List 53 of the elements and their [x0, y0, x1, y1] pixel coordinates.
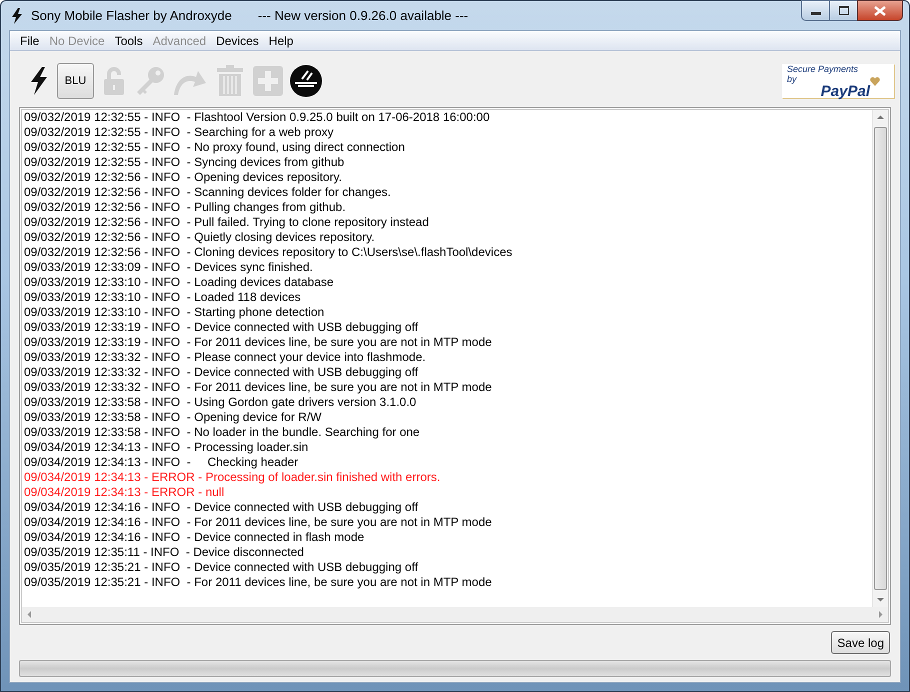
close-icon	[874, 6, 886, 16]
log-line: 09/033/2019 12:33:19 - INFO - For 2011 devices line, be sure you are not in MTP mode	[24, 335, 493, 350]
log-line: 09/032/2019 12:32:56 - INFO - Quietly closing devices repository.	[24, 230, 376, 245]
log-line: 09/033/2019 12:33:58 - INFO - Opening device for R/W	[24, 410, 322, 425]
log-line: 09/032/2019 12:32:55 - INFO - Searching for a web proxy	[24, 125, 335, 140]
log-line: 09/032/2019 12:32:56 - INFO - Pull failed. Trying to clone repository instead	[24, 215, 430, 230]
log-line: 09/033/2019 12:33:58 - INFO - Using Gordon gate drivers version 3.1.0.0	[24, 395, 418, 410]
log-line: 09/033/2019 12:33:10 - INFO - Loading devices database	[24, 275, 335, 290]
log-line: 09/033/2019 12:33:58 - INFO - No loader in the bundle. Searching for one	[24, 425, 421, 440]
log-line: 09/033/2019 12:33:32 - INFO - For 2011 devices line, be sure you are not in MTP mode	[24, 380, 493, 395]
log-line: 09/035/2019 12:35:21 - INFO - For 2011 devices line, be sure you are not in MTP mode	[24, 575, 493, 590]
log-line: 09/034/2019 12:34:16 - INFO - For 2011 devices line, be sure you are not in MTP mode	[24, 515, 493, 530]
update-notice: --- New version 0.9.26.0 available ---	[258, 8, 468, 23]
log-line: 09/033/2019 12:33:09 - INFO - Devices sync finished.	[24, 260, 314, 275]
menu-item[interactable]: File	[15, 34, 44, 48]
horizontal-scrollbar[interactable]	[21, 607, 889, 623]
log-line: 09/034/2019 12:34:13 - INFO - Checking header	[24, 455, 300, 470]
window-title: Sony Mobile Flasher by Androxyde	[31, 8, 232, 23]
log-line: 09/034/2019 12:34:16 - INFO - Device connected in flash mode	[24, 530, 366, 545]
error-log-line: 09/034/2019 12:34:13 - ERROR - null	[24, 485, 226, 500]
maximize-icon	[838, 6, 848, 15]
log-line: 09/033/2019 12:33:32 - INFO - Device connected with USB debugging off	[24, 365, 420, 380]
vertical-scrollbar[interactable]	[872, 110, 888, 607]
log-line: 09/034/2019 12:34:13 - INFO - Processing loader.sin	[24, 440, 310, 455]
log-line: 09/034/2019 12:34:16 - INFO - Device connected with USB debugging off	[24, 500, 420, 515]
save-log-button[interactable]: Save log	[831, 631, 890, 654]
log-line: 09/032/2019 12:32:55 - INFO - Syncing devices from github	[24, 155, 346, 170]
blu-button[interactable]: BLU	[57, 63, 94, 99]
menu-item[interactable]: Devices	[211, 34, 264, 48]
menu-item[interactable]: Tools	[110, 34, 148, 48]
error-log-line: 09/034/2019 12:34:13 - ERROR - Processing of loader.sin finished with errors.	[24, 470, 442, 485]
minimize-button[interactable]	[801, 0, 829, 21]
log-line: 09/033/2019 12:33:10 - INFO - Loaded 118 devices	[24, 290, 302, 305]
scrollbar-thumb[interactable]	[874, 127, 887, 590]
log-line: 09/032/2019 12:32:55 - INFO - Flashtool Version 0.9.25.0 built on 17-06-2018 16:00:00	[24, 110, 491, 125]
maximize-button[interactable]	[829, 0, 857, 21]
paypal-logo: PayPal	[820, 84, 870, 98]
log-line: 09/035/2019 12:35:11 - INFO - Device disconnected	[24, 545, 305, 560]
log-line: 09/032/2019 12:32:56 - INFO - Pulling changes from github.	[24, 200, 347, 215]
log-line: 09/033/2019 12:33:19 - INFO - Device connected with USB debugging off	[24, 320, 420, 335]
log-line: 09/035/2019 12:35:21 - INFO - Device connected with USB debugging off	[24, 560, 420, 575]
paypal-caption: Secure Payments by	[787, 64, 860, 84]
close-button[interactable]	[857, 0, 903, 21]
heart-icon	[870, 76, 880, 86]
log-line: 09/033/2019 12:33:32 - INFO - Please connect your device into flashmode.	[24, 350, 427, 365]
log-line: 09/032/2019 12:32:55 - INFO - No proxy found, using direct connection	[24, 140, 406, 155]
log-line: 09/032/2019 12:32:56 - INFO - Scanning devices folder for changes.	[24, 185, 392, 200]
paypal-badge[interactable]: Secure Payments by PayPal	[782, 64, 895, 98]
log-line: 09/032/2019 12:32:56 - INFO - Opening devices repository.	[24, 170, 343, 185]
log-line: 09/032/2019 12:32:56 - INFO - Cloning devices repository to C:\Users\se\.flashTool\devices	[24, 245, 514, 260]
menu-item[interactable]: Help	[264, 34, 298, 48]
log-line: 09/033/2019 12:33:10 - INFO - Starting phone detection	[24, 305, 326, 320]
bolt-icon	[11, 8, 23, 24]
